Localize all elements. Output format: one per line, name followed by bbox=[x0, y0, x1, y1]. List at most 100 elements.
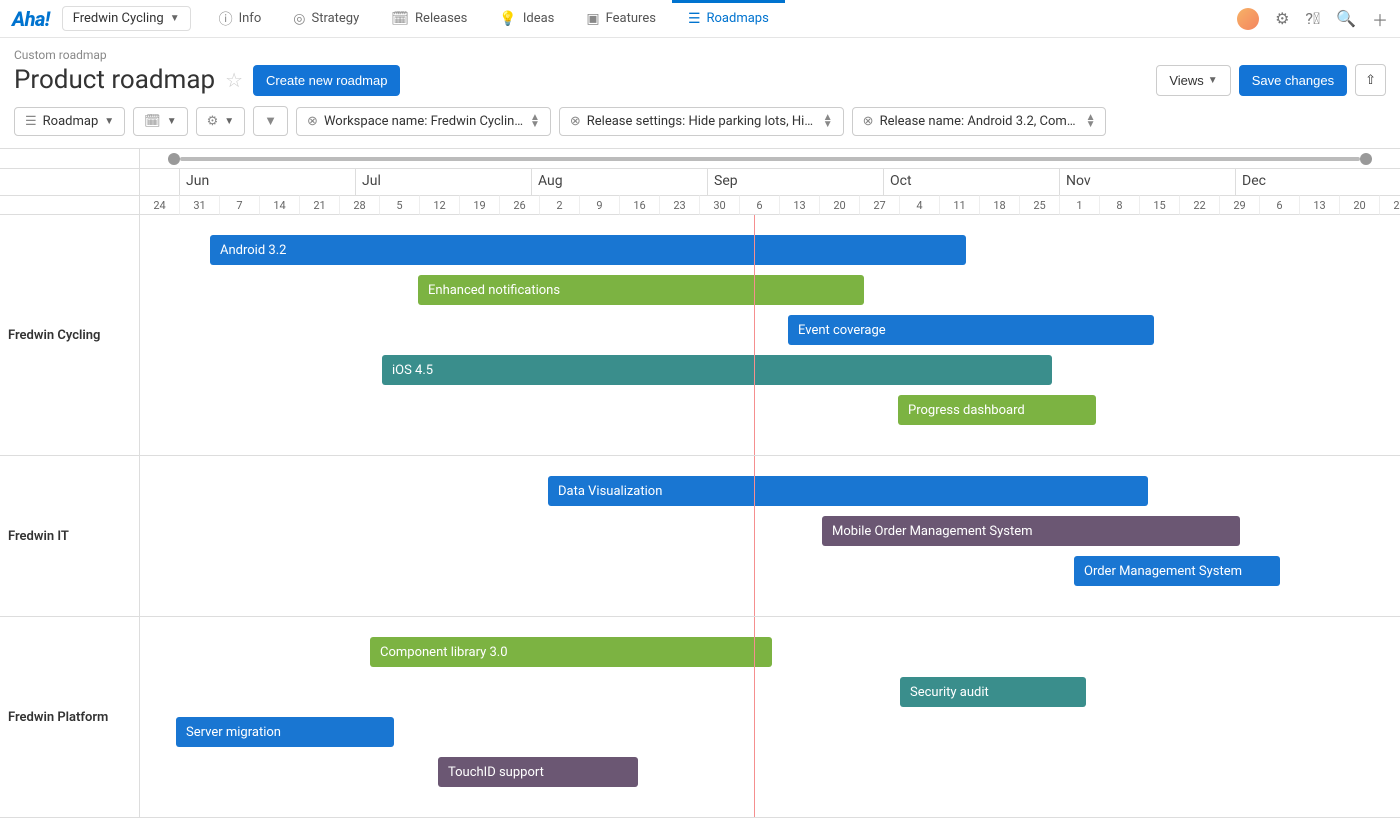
nav-tab-ideas[interactable]: 💡 Ideas bbox=[483, 0, 570, 37]
filter-icon: ▼ bbox=[264, 113, 277, 129]
settings-picker[interactable]: ⚙ ▼ bbox=[196, 107, 246, 136]
avatar[interactable] bbox=[1237, 8, 1259, 30]
clear-filter-icon[interactable]: ⊗ bbox=[307, 114, 318, 129]
info-icon: ⓘ bbox=[219, 9, 233, 29]
sort-icon: ▲▼ bbox=[530, 114, 540, 128]
save-changes-button[interactable]: Save changes bbox=[1239, 65, 1347, 96]
strategy-icon: ◎ bbox=[293, 11, 305, 27]
gear-icon[interactable]: ⚙ bbox=[1275, 9, 1289, 28]
timeline-bar[interactable]: TouchID support bbox=[438, 757, 638, 787]
day-cell: 26 bbox=[500, 195, 540, 215]
month-cell: Sep bbox=[708, 169, 884, 195]
swimlane: Fredwin Cycling Android 3.2 Enhanced notif… bbox=[0, 215, 1400, 456]
sort-icon: ▲▼ bbox=[823, 114, 833, 128]
top-nav: Aha! Fredwin Cycling ▼ ⓘInfo◎Strategy🗓Re… bbox=[0, 0, 1400, 38]
timeline-bar[interactable]: Progress dashboard bbox=[898, 395, 1096, 425]
day-cell: 9 bbox=[580, 195, 620, 215]
timeline-bar[interactable]: Security audit bbox=[900, 677, 1086, 707]
day-cell: 2 bbox=[540, 195, 580, 215]
filter-bar: ☰ Roadmap ▼ 🗓 ▼ ⚙ ▼ ▼ ⊗Workspace name: F… bbox=[0, 96, 1400, 148]
create-roadmap-button[interactable]: Create new roadmap bbox=[253, 65, 400, 96]
day-cell: 19 bbox=[460, 195, 500, 215]
filter-pill[interactable]: ⊗Release name: Android 3.2, Compone…▲▼ bbox=[852, 107, 1107, 136]
ideas-icon: 💡 bbox=[499, 11, 516, 27]
day-cell: 11 bbox=[940, 195, 980, 215]
releases-icon: 🗓 bbox=[391, 11, 409, 27]
timeline-bar[interactable]: Enhanced notifications bbox=[418, 275, 864, 305]
clear-filter-icon[interactable]: ⊗ bbox=[863, 114, 874, 129]
day-cell: 1 bbox=[1060, 195, 1100, 215]
timeline-bar[interactable]: Server migration bbox=[176, 717, 394, 747]
day-cell: 12 bbox=[420, 195, 460, 215]
caret-down-icon: ▼ bbox=[167, 116, 177, 127]
day-cell: 30 bbox=[700, 195, 740, 215]
day-cell: 8 bbox=[1100, 195, 1140, 215]
page-title: Product roadmap bbox=[14, 65, 215, 95]
zoom-gutter bbox=[0, 149, 140, 169]
day-cell: 23 bbox=[660, 195, 700, 215]
top-nav-right: ⚙ ?⃝ 🔍 ＋ bbox=[1237, 7, 1388, 31]
day-cell: 13 bbox=[1300, 195, 1340, 215]
filter-label: Release name: Android 3.2, Compone… bbox=[880, 114, 1080, 129]
nav-tab-releases[interactable]: 🗓 Releases bbox=[375, 0, 483, 37]
day-cell: 20 bbox=[820, 195, 860, 215]
day-cell: 20 bbox=[1340, 195, 1380, 215]
breadcrumb: Custom roadmap bbox=[14, 48, 1386, 62]
month-cell: Dec bbox=[1236, 169, 1400, 195]
lane-body: Data Visualization Mobile Order Managemen… bbox=[140, 456, 1400, 616]
filter-pill[interactable]: ⊗Workspace name: Fredwin Cycling, Fr…▲▼ bbox=[296, 107, 551, 136]
help-icon[interactable]: ?⃝ bbox=[1305, 9, 1320, 28]
filter-pill[interactable]: ⊗ Release settings: Hide parking lots, Hi… bbox=[559, 107, 844, 136]
nav-tabs: ⓘInfo◎Strategy 🗓 Releases 💡 Ideas ▣Features☰R… bbox=[203, 0, 785, 37]
filter-button[interactable]: ▼ bbox=[253, 106, 288, 136]
day-cell: 16 bbox=[620, 195, 660, 215]
day-cell: 18 bbox=[980, 195, 1020, 215]
date-picker[interactable]: 🗓 ▼ bbox=[133, 107, 187, 136]
calendar-icon: 🗓 bbox=[144, 114, 161, 129]
month-cell: Oct bbox=[884, 169, 1060, 195]
lane-label: Fredwin Cycling bbox=[0, 215, 140, 455]
nav-tab-strategy[interactable]: ◎Strategy bbox=[277, 0, 375, 37]
timeline-bar[interactable]: iOS 4.5 bbox=[382, 355, 1052, 385]
day-header: 2431714212851219262916233061320274111825… bbox=[140, 195, 1400, 215]
timeline-bar[interactable]: Order Management System bbox=[1074, 556, 1280, 586]
workspace-picker[interactable]: Fredwin Cycling ▼ bbox=[62, 6, 191, 31]
nav-tab-label: Releases bbox=[415, 11, 467, 26]
share-button[interactable]: ⇧ bbox=[1355, 64, 1386, 96]
timeline-bar[interactable]: Mobile Order Management System bbox=[822, 516, 1240, 546]
day-cell: 6 bbox=[1260, 195, 1300, 215]
day-gutter bbox=[0, 195, 140, 215]
timeline-bar[interactable]: Event coverage bbox=[788, 315, 1154, 345]
day-cell: 31 bbox=[180, 195, 220, 215]
nav-tab-label: Roadmaps bbox=[707, 11, 769, 26]
month-cell: Jul bbox=[356, 169, 532, 195]
plus-icon[interactable]: ＋ bbox=[1372, 7, 1388, 31]
lane-label: Fredwin IT bbox=[0, 456, 140, 616]
day-cell: 29 bbox=[1220, 195, 1260, 215]
month-gutter bbox=[0, 169, 140, 195]
day-cell: 27 bbox=[860, 195, 900, 215]
search-icon[interactable]: 🔍 bbox=[1336, 9, 1356, 28]
share-icon: ⇧ bbox=[1365, 72, 1376, 87]
views-button[interactable]: Views ▼ bbox=[1156, 65, 1230, 96]
month-cell bbox=[140, 169, 180, 195]
caret-down-icon: ▼ bbox=[224, 116, 234, 127]
roadmap-type-picker[interactable]: ☰ Roadmap ▼ bbox=[14, 107, 125, 136]
roadmap-icon: ☰ bbox=[25, 114, 37, 129]
nav-tab-label: Ideas bbox=[523, 11, 555, 26]
zoom-slider[interactable] bbox=[140, 149, 1400, 169]
nav-tab-roadmaps[interactable]: ☰Roadmaps bbox=[672, 0, 785, 37]
nav-tab-info[interactable]: ⓘInfo bbox=[203, 0, 278, 37]
filter-label: Release settings: Hide parking lots, Hid… bbox=[587, 114, 817, 129]
day-cell: 14 bbox=[260, 195, 300, 215]
timeline-bar[interactable]: Data Visualization bbox=[548, 476, 1148, 506]
star-icon[interactable]: ☆ bbox=[225, 68, 243, 92]
nav-tab-features[interactable]: ▣Features bbox=[570, 0, 672, 37]
timeline-bar[interactable]: Android 3.2 bbox=[210, 235, 966, 265]
clear-filter-icon[interactable]: ⊗ bbox=[570, 114, 581, 129]
day-cell: 27 bbox=[1380, 195, 1400, 215]
month-header: JunJulAugSepOctNovDec bbox=[140, 169, 1400, 195]
lane-body: Component library 3.0 Security audit Serve… bbox=[140, 617, 1400, 817]
day-cell: 25 bbox=[1020, 195, 1060, 215]
timeline-bar[interactable]: Component library 3.0 bbox=[370, 637, 772, 667]
